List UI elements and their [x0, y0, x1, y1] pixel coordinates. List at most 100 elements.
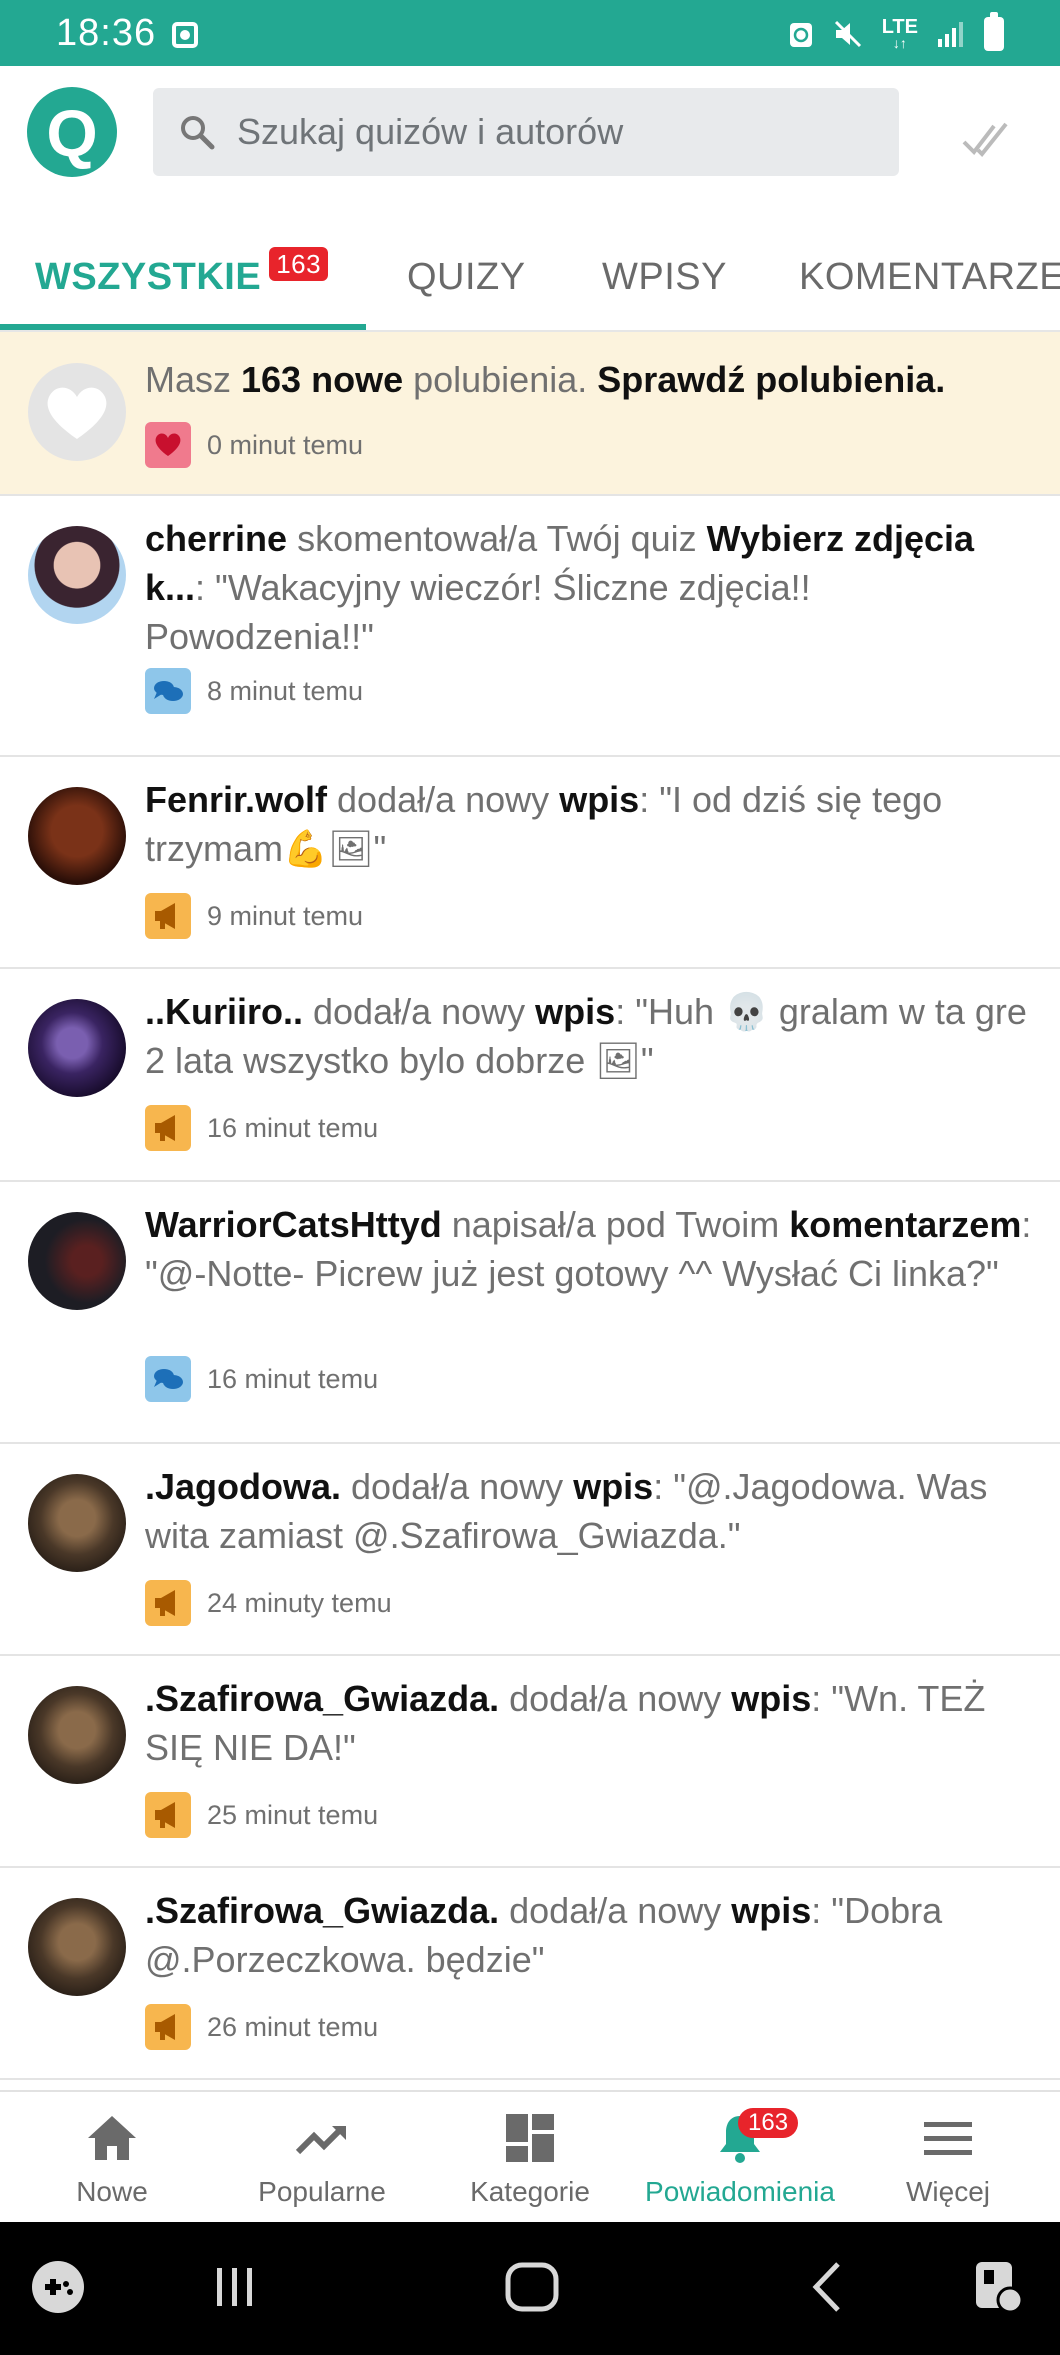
- megaphone-icon: [145, 1105, 191, 1151]
- likes-prefix: Masz: [145, 359, 242, 400]
- notification-item[interactable]: .Szafirowa_Gwiazda. dodał/a nowy wpis: "…: [0, 1868, 1060, 2080]
- notification-item[interactable]: cherrine skomentował/a Twój quiz Wybierz…: [0, 496, 1060, 757]
- nav-label: Kategorie: [470, 2176, 590, 2207]
- username[interactable]: .Szafirowa_Gwiazda.: [145, 1678, 499, 1719]
- notification-item[interactable]: ..Kuriiro.. dodał/a nowy wpis: "Huh 💀 gr…: [0, 969, 1060, 1182]
- megaphone-icon: [145, 1792, 191, 1838]
- mute-icon: [834, 20, 861, 48]
- notification-text: WarriorCatsHttyd napisał/a pod Twoim kom…: [145, 1200, 1040, 1298]
- megaphone-icon: [145, 2004, 191, 2050]
- notification-text: cherrine skomentował/a Twój quiz Wybierz…: [145, 514, 1040, 661]
- megaphone-icon: [145, 893, 191, 939]
- bottom-navigation: Nowe Popularne Kategorie 163 Powiadomien…: [0, 2090, 1060, 2222]
- filter-tabs: WSZYSTKIE 163 QUIZY WPISY KOMENTARZE: [0, 220, 1060, 332]
- target-link[interactable]: wpis: [731, 1678, 811, 1719]
- notification-time: 25 minut temu: [207, 1799, 379, 1830]
- nav-popular[interactable]: Popularne: [216, 2092, 428, 2224]
- username[interactable]: ..Kuriiro..: [145, 991, 303, 1032]
- notification-list: Masz 163 nowe polubienia. Sprawdź polubi…: [0, 332, 1060, 2080]
- recent-apps-icon[interactable]: [205, 2252, 265, 2322]
- tab-all-badge: 163: [269, 247, 329, 281]
- user-avatar: [28, 1212, 126, 1310]
- status-bar: 18:36 LTE ↓↑: [0, 0, 1060, 66]
- notification-item[interactable]: Fenrir.wolf dodał/a nowy wpis: "I od dzi…: [0, 757, 1060, 969]
- username[interactable]: .Jagodowa.: [145, 1466, 341, 1507]
- user-avatar: [28, 787, 126, 885]
- heart-badge-icon: [145, 422, 191, 468]
- search-bar[interactable]: [153, 88, 899, 176]
- grid-icon: [506, 2114, 554, 2162]
- notification-item[interactable]: WarriorCatsHttyd napisał/a pod Twoim kom…: [0, 1182, 1060, 1444]
- notification-text: .Jagodowa. dodał/a nowy wpis: "@.Jagodow…: [145, 1462, 1040, 1560]
- notification-item[interactable]: .Jagodowa. dodał/a nowy wpis: "@.Jagodow…: [0, 1444, 1060, 1656]
- nav-label: Powiadomienia: [645, 2176, 835, 2207]
- back-icon[interactable]: [800, 2252, 854, 2322]
- system-navigation-bar: [0, 2222, 1060, 2355]
- action-text: dodał/a nowy: [303, 991, 536, 1032]
- action-text: dodał/a nowy: [327, 779, 560, 820]
- comment-icon: [145, 668, 191, 714]
- notification-text: Fenrir.wolf dodał/a nowy wpis: "I od dzi…: [145, 775, 1040, 873]
- search-input[interactable]: [237, 88, 877, 176]
- user-avatar: [28, 1686, 126, 1784]
- home-icon: [88, 2116, 136, 2160]
- tab-posts[interactable]: WPISY: [602, 242, 727, 312]
- username[interactable]: cherrine: [145, 518, 287, 559]
- tab-quizzes-label: QUIZY: [407, 256, 526, 298]
- signal-icon: [938, 22, 963, 47]
- notification-time: 24 minuty temu: [207, 1587, 392, 1618]
- tab-quizzes[interactable]: QUIZY: [407, 242, 526, 312]
- target-link[interactable]: komentarzem: [789, 1204, 1021, 1245]
- target-link[interactable]: wpis: [559, 779, 639, 820]
- action-text: dodał/a nowy: [499, 1890, 732, 1931]
- user-avatar: [28, 1898, 126, 1996]
- lte-icon: LTE ↓↑: [881, 16, 918, 51]
- username[interactable]: .Szafirowa_Gwiazda.: [145, 1890, 499, 1931]
- battery-icon: [984, 12, 1004, 51]
- nav-label: Więcej: [905, 2176, 990, 2207]
- network-label: LTE: [881, 16, 918, 38]
- nav-more[interactable]: Więcej: [842, 2092, 1054, 2224]
- home-button-icon[interactable]: [500, 2252, 564, 2322]
- notification-time: 16 minut temu: [207, 1363, 379, 1394]
- target-link[interactable]: wpis: [573, 1466, 653, 1507]
- search-icon: [181, 116, 215, 150]
- notification-time: 9 minut temu: [207, 900, 364, 931]
- tab-comments[interactable]: KOMENTARZE: [799, 242, 1060, 312]
- user-avatar: [28, 1474, 126, 1572]
- game-launcher-icon[interactable]: [28, 2252, 88, 2322]
- status-time: 18:36: [56, 12, 157, 54]
- quote-text: : "Wakacyjny wieczór! Śliczne zdjęcia!! …: [145, 567, 811, 657]
- tab-all[interactable]: WSZYSTKIE 163: [35, 242, 329, 312]
- assist-icon[interactable]: [970, 2252, 1030, 2322]
- app-logo[interactable]: Q: [27, 87, 117, 177]
- heart-avatar: [28, 363, 126, 461]
- notification-item[interactable]: .Szafirowa_Gwiazda. dodał/a nowy wpis: "…: [0, 1656, 1060, 1868]
- notification-text: ..Kuriiro.. dodał/a nowy wpis: "Huh 💀 gr…: [145, 987, 1040, 1085]
- target-link[interactable]: wpis: [535, 991, 615, 1032]
- action-text: dodał/a nowy: [499, 1678, 732, 1719]
- likes-middle: polubienia.: [403, 359, 598, 400]
- tab-all-label: WSZYSTKIE: [35, 256, 262, 298]
- likes-count: 163 nowe: [241, 359, 404, 400]
- megaphone-icon: [145, 1580, 191, 1626]
- nav-label: Nowe: [76, 2176, 148, 2207]
- recycle-icon: [789, 23, 812, 47]
- notification-text: .Szafirowa_Gwiazda. dodał/a nowy wpis: "…: [145, 1886, 1040, 1984]
- action-text: dodał/a nowy: [341, 1466, 574, 1507]
- tab-comments-label: KOMENTARZE: [799, 256, 1060, 298]
- notification-time: 16 minut temu: [207, 1112, 379, 1143]
- check-likes-link[interactable]: Sprawdź polubienia.: [597, 359, 945, 400]
- likes-notification[interactable]: Masz 163 nowe polubienia. Sprawdź polubi…: [0, 332, 1060, 496]
- target-link[interactable]: wpis: [731, 1890, 811, 1931]
- action-text: napisał/a pod Twoim: [441, 1204, 790, 1245]
- mark-all-read-icon[interactable]: [960, 114, 1010, 164]
- nav-categories[interactable]: Kategorie: [424, 2092, 636, 2224]
- notification-time: 8 minut temu: [207, 675, 364, 706]
- nav-notifications[interactable]: 163 Powiadomienia: [634, 2092, 846, 2224]
- active-tab-indicator: [0, 324, 366, 330]
- nav-new[interactable]: Nowe: [6, 2092, 218, 2224]
- username[interactable]: WarriorCatsHttyd: [145, 1204, 442, 1245]
- username[interactable]: Fenrir.wolf: [145, 779, 327, 820]
- nav-label: Popularne: [258, 2176, 386, 2207]
